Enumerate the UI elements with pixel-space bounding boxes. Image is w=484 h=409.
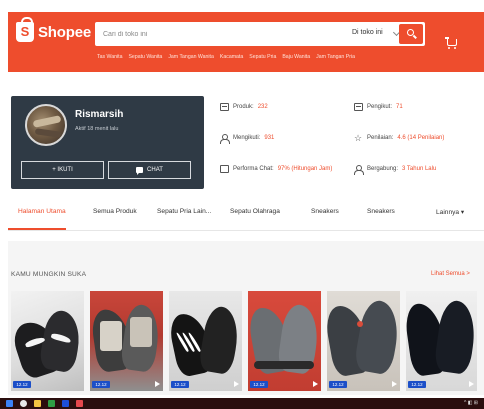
browser-icon[interactable] xyxy=(76,400,83,407)
stat-value: 931 xyxy=(264,135,275,141)
start-icon[interactable] xyxy=(6,400,13,407)
app-icon[interactable] xyxy=(48,400,55,407)
stat-label: Penilaian: xyxy=(367,135,394,141)
stat-value: 3 Tahun Lalu xyxy=(402,166,437,172)
product-card[interactable]: 12.12 xyxy=(327,291,400,391)
keyword-link[interactable]: Baju Wanita xyxy=(282,54,310,60)
box-icon xyxy=(354,103,363,111)
logo-text: Shopee xyxy=(38,23,91,41)
shop-profile-card: Rismarsih Aktif 18 menit lalu + IKUTI CH… xyxy=(11,96,204,189)
tab-semua-produk[interactable]: Semua Produk xyxy=(93,208,137,215)
promo-badge: 12.12 xyxy=(13,381,31,388)
promo-badge: 12.12 xyxy=(329,381,347,388)
promo-badge: 12.12 xyxy=(92,381,110,388)
tab-sneakers[interactable]: Sneakers xyxy=(311,208,339,215)
cart-icon[interactable] xyxy=(445,37,459,49)
product-card[interactable]: 12.12 xyxy=(406,291,477,391)
chat-icon xyxy=(220,165,229,173)
app-icon[interactable] xyxy=(62,400,69,407)
search-scope-select[interactable]: Di toko ini xyxy=(352,29,383,36)
trending-keywords: Tas Wanita Sepatu Wanita Jam Tangan Wani… xyxy=(97,54,355,60)
search-icon[interactable] xyxy=(20,400,27,407)
video-play-icon xyxy=(392,381,397,387)
stat-label: Bergabung: xyxy=(367,166,399,172)
stat-value: 97% (Hitungan Jam) xyxy=(277,166,333,172)
stat-label: Produk: xyxy=(233,104,254,110)
stat-performa-chat: Performa Chat: 97% (Hitungan Jam) xyxy=(220,165,348,173)
shop-active-status: Aktif 18 menit lalu xyxy=(75,126,119,132)
stat-value: 232 xyxy=(257,104,268,110)
chat-icon xyxy=(136,167,144,175)
stat-mengikuti: Mengikuti: 931 xyxy=(220,134,275,144)
system-tray[interactable]: ^ ◧ ⊞ xyxy=(464,400,478,406)
star-icon: ☆ xyxy=(354,133,363,143)
tab-halaman-utama[interactable]: Halaman Utama xyxy=(18,208,66,215)
video-play-icon xyxy=(234,381,239,387)
stat-penilaian: ☆ Penilaian: 4.6 (14 Penilaian) xyxy=(354,133,445,143)
stat-label: Pengikut: xyxy=(367,104,393,110)
keyword-link[interactable]: Jam Tangan Pria xyxy=(316,54,355,60)
stat-bergabung: Bergabung: 3 Tahun Lalu xyxy=(354,165,437,175)
tabs-divider xyxy=(8,230,484,231)
shop-nav-tabs: Halaman Utama Semua Produk Sepatu Pria L… xyxy=(8,208,484,228)
stat-pengikut: Pengikut: 71 xyxy=(354,103,403,111)
shopee-logo[interactable]: Shopee xyxy=(16,17,91,42)
tab-sepatu-pria-lain[interactable]: Sepatu Pria Lain... xyxy=(157,208,211,215)
video-play-icon xyxy=(313,381,318,387)
box-icon xyxy=(220,103,229,111)
keyword-link[interactable]: Kacamata xyxy=(220,54,243,60)
tab-lainnya[interactable]: Lainnya ▾ xyxy=(436,208,464,216)
promo-badge: 12.12 xyxy=(171,381,189,388)
keyword-link[interactable]: Sepatu Wanita xyxy=(128,54,162,60)
user-icon xyxy=(220,134,230,144)
promo-badge: 12.12 xyxy=(250,381,268,388)
stat-value: 4.6 (14 Penilaian) xyxy=(397,135,445,141)
keyword-link[interactable]: Sepatu Pria xyxy=(249,54,276,60)
product-card[interactable]: 12.12 xyxy=(90,291,163,391)
follow-button[interactable]: + IKUTI xyxy=(21,161,104,179)
chat-button[interactable]: CHAT xyxy=(108,161,191,179)
user-icon xyxy=(354,165,364,175)
video-play-icon xyxy=(155,381,160,387)
os-taskbar: ^ ◧ ⊞ xyxy=(0,398,484,409)
keyword-link[interactable]: Tas Wanita xyxy=(97,54,122,60)
shop-name: Rismarsih xyxy=(75,109,124,120)
stat-value: 71 xyxy=(396,104,403,110)
shopee-header: Shopee Di toko ini Tas Wanita Sepatu Wan… xyxy=(8,12,484,72)
stat-label: Performa Chat: xyxy=(233,166,274,172)
search-button[interactable] xyxy=(399,24,423,44)
search-bar: Di toko ini xyxy=(95,22,425,46)
product-card[interactable]: 12.12 xyxy=(11,291,84,391)
product-card[interactable]: 12.12 xyxy=(169,291,242,391)
see-all-link[interactable]: Lihat Semua > xyxy=(431,271,470,277)
folder-icon[interactable] xyxy=(34,400,41,407)
search-input[interactable] xyxy=(95,22,340,46)
chat-button-label: CHAT xyxy=(147,167,163,173)
search-icon xyxy=(407,29,414,36)
video-play-icon xyxy=(469,381,474,387)
promo-badge: 12.12 xyxy=(408,381,426,388)
shopee-bag-icon xyxy=(16,17,34,42)
stat-label: Mengikuti: xyxy=(233,135,261,141)
product-card[interactable]: 12.12 xyxy=(248,291,321,391)
tab-sepatu-olahraga[interactable]: Sepatu Olahraga xyxy=(230,208,280,215)
keyword-link[interactable]: Jam Tangan Wanita xyxy=(168,54,214,60)
section-title: KAMU MUNGKIN SUKA xyxy=(11,271,87,278)
tab-sneakers-2[interactable]: Sneakers xyxy=(367,208,395,215)
stat-produk: Produk: 232 xyxy=(220,103,268,111)
shop-avatar[interactable] xyxy=(25,104,67,146)
